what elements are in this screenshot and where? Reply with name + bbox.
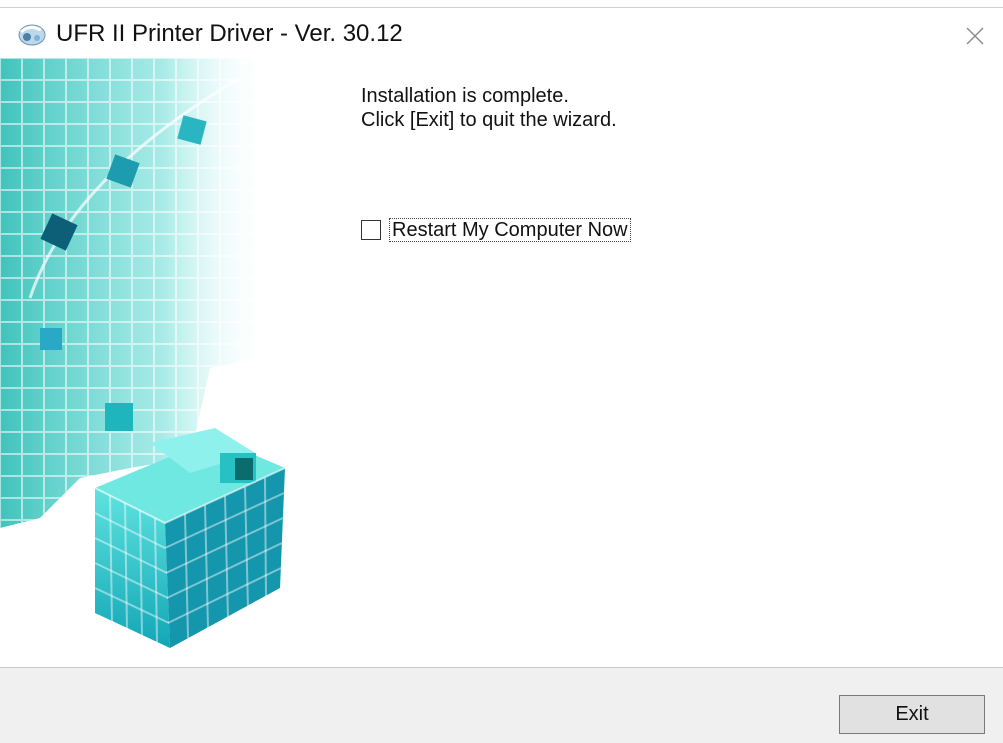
installer-window: UFR II Printer Driver - Ver. 30.12 Insta… <box>0 0 1003 743</box>
message-line-1: Installation is complete. <box>361 85 569 107</box>
restart-checkbox[interactable] <box>361 220 381 240</box>
printer-driver-icon <box>17 22 47 48</box>
completion-message: Installation is complete. Click [Exit] t… <box>361 84 617 132</box>
restart-label[interactable]: Restart My Computer Now <box>389 218 631 242</box>
title-bar: UFR II Printer Driver - Ver. 30.12 <box>0 10 1003 60</box>
close-button[interactable] <box>955 16 995 56</box>
window-title: UFR II Printer Driver - Ver. 30.12 <box>56 20 403 47</box>
window-top-border <box>0 7 1003 8</box>
footer-bar: Exit <box>0 668 1003 743</box>
message-line-2: Click [Exit] to quit the wizard. <box>361 109 617 131</box>
cube-artwork <box>0 58 340 658</box>
close-icon <box>966 27 984 45</box>
exit-button[interactable]: Exit <box>839 695 985 734</box>
restart-option[interactable]: Restart My Computer Now <box>361 217 631 243</box>
